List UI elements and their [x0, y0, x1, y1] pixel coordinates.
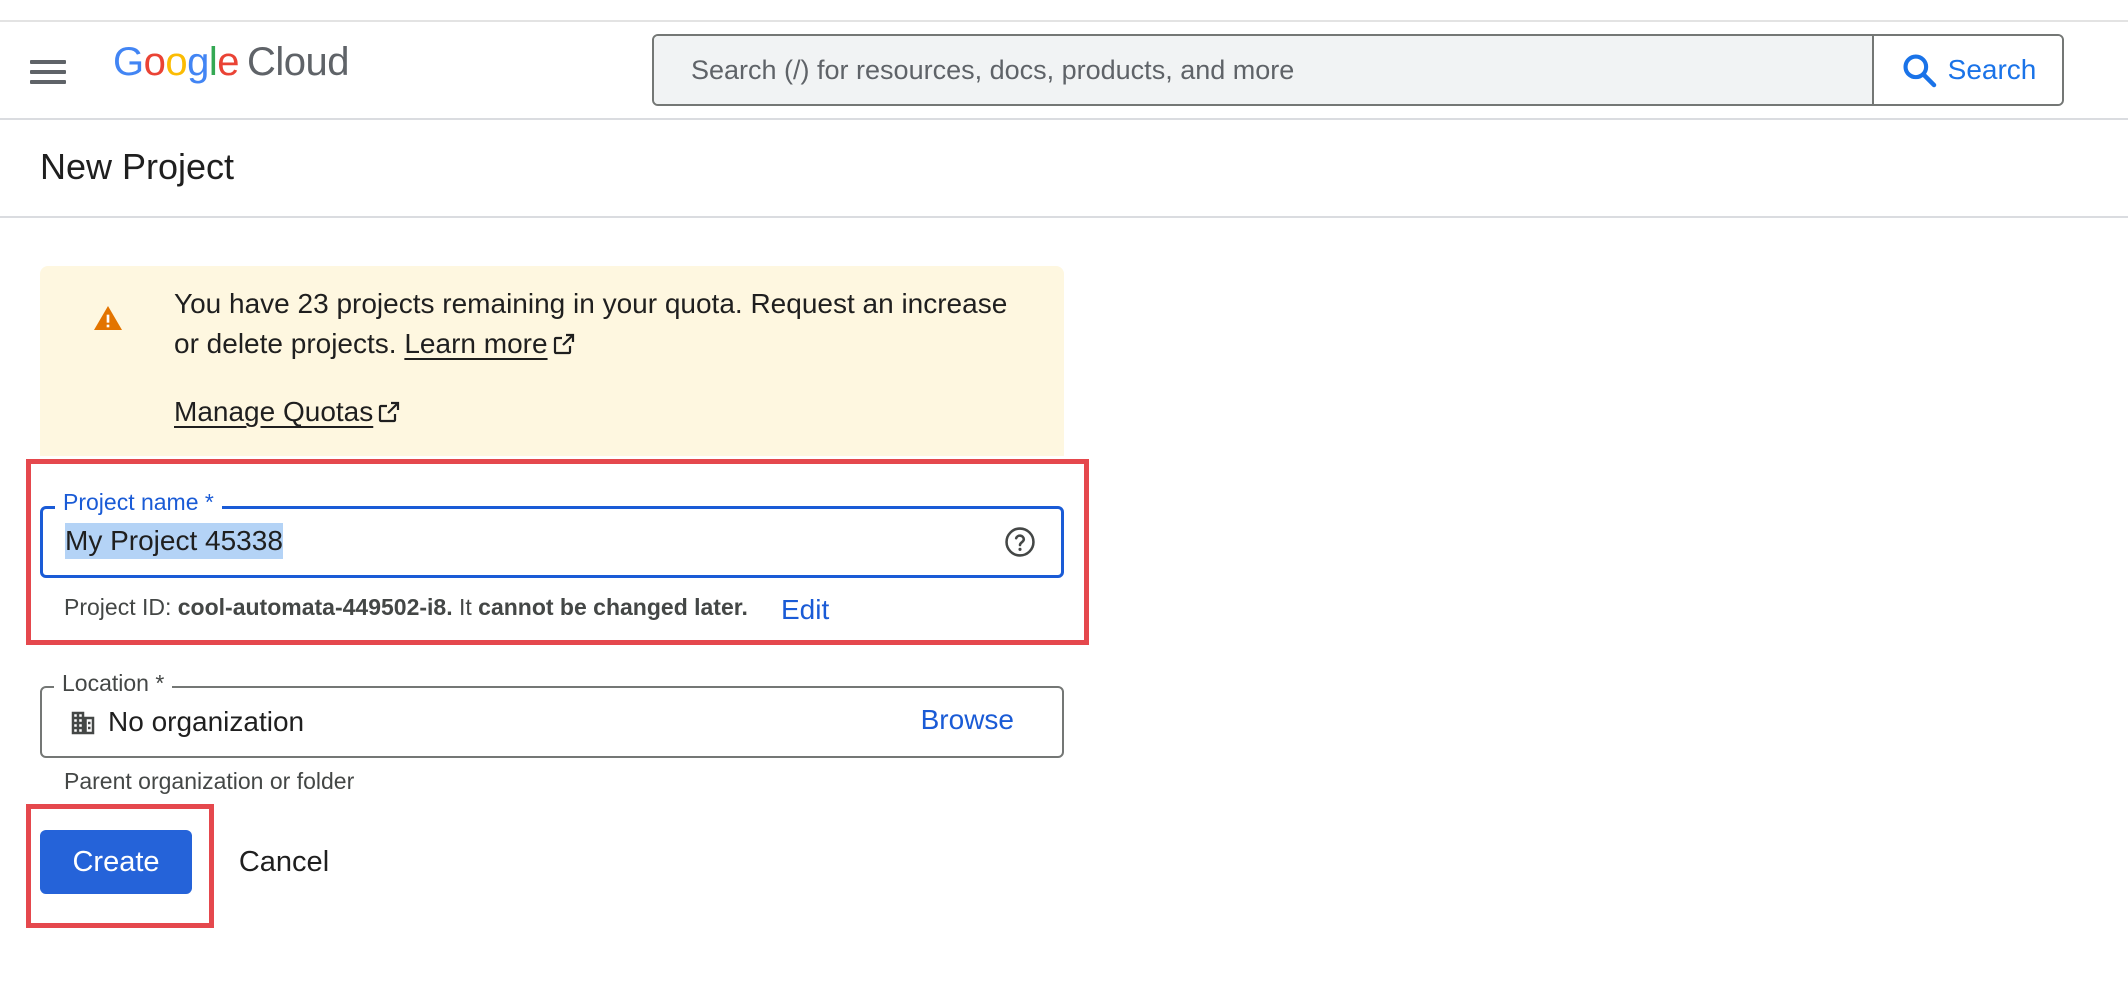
search-bar: Search — [652, 34, 2064, 106]
project-name-input[interactable]: My Project 45338 — [65, 523, 283, 559]
create-button[interactable]: Create — [40, 830, 192, 894]
logo-letter: g — [187, 40, 209, 84]
project-name-label: Project name * — [55, 487, 222, 517]
page-title: New Project — [40, 146, 235, 187]
main-menu-button[interactable] — [22, 52, 74, 92]
edit-project-id-button[interactable]: Edit — [781, 594, 829, 626]
top-app-bar: Google Cloud Search — [0, 22, 2128, 120]
search-icon — [1903, 54, 1936, 88]
quota-warning-banner: You have 23 projects remaining in your q… — [40, 266, 1064, 456]
cancel-button[interactable]: Cancel — [222, 830, 346, 894]
organization-building-icon — [71, 711, 95, 735]
external-link-icon — [553, 333, 574, 355]
logo-letter: e — [217, 40, 240, 84]
location-hint: Parent organization or folder — [64, 768, 355, 794]
search-input[interactable] — [654, 36, 1872, 104]
manage-quotas-link[interactable]: Manage Quotas — [174, 396, 373, 427]
menu-icon-bar — [30, 80, 66, 84]
logo-letter: o — [143, 40, 166, 84]
page-header: New Project — [0, 120, 2128, 218]
google-cloud-logo[interactable]: Google Cloud — [113, 40, 350, 85]
project-name-field[interactable]: Project name * My Project 45338 — [40, 487, 1064, 578]
project-id-note: cannot be changed later. — [478, 594, 748, 620]
learn-more-link[interactable]: Learn more — [404, 328, 547, 359]
location-field[interactable]: Location * No organization Browse — [40, 668, 1064, 758]
browse-location-button[interactable]: Browse — [921, 704, 1014, 736]
help-icon[interactable] — [1003, 525, 1037, 559]
manage-quotas-link-wrap: Manage Quotas — [174, 392, 401, 432]
menu-icon-bar — [30, 70, 66, 74]
warning-triangle-icon — [94, 306, 122, 330]
project-id-value: cool-automata-449502-i8. — [177, 594, 453, 620]
quota-warning-text: You have 23 projects remaining in your q… — [174, 284, 1034, 364]
location-label: Location * — [54, 668, 173, 698]
project-id-middle: It — [458, 594, 472, 620]
project-id-text: Project ID: cool-automata-449502-i8. It … — [64, 594, 748, 621]
location-value: No organization — [108, 706, 305, 737]
logo-product-name: Cloud — [247, 40, 350, 84]
project-id-prefix: Project ID: — [64, 594, 172, 620]
logo-letter: G — [113, 40, 144, 84]
external-link-icon — [379, 401, 400, 423]
learn-more-label: Learn more — [404, 328, 548, 359]
search-button[interactable]: Search — [1872, 36, 2062, 104]
logo-letter: o — [165, 40, 188, 84]
quota-message: You have 23 projects remaining in your q… — [174, 288, 1008, 359]
logo-letter: l — [208, 40, 218, 84]
search-button-label: Search — [1947, 54, 2037, 85]
menu-icon — [30, 60, 66, 64]
